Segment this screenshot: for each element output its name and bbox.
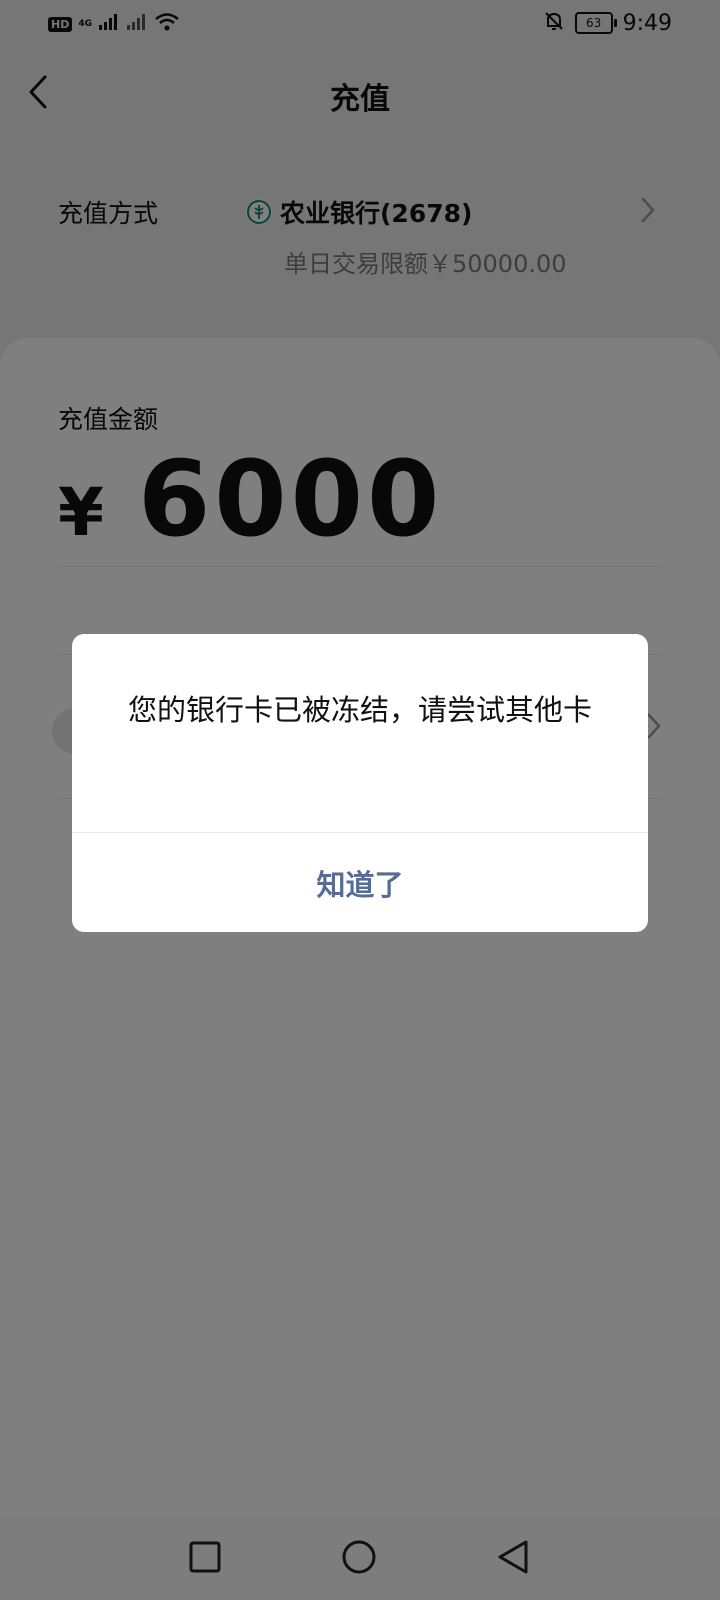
- dialog-confirm-button[interactable]: 知道了: [72, 833, 648, 932]
- dialog-message: 您的银行卡已被冻结，请尝试其他卡: [127, 693, 592, 727]
- alert-dialog: 您的银行卡已被冻结，请尝试其他卡 知道了: [72, 634, 648, 932]
